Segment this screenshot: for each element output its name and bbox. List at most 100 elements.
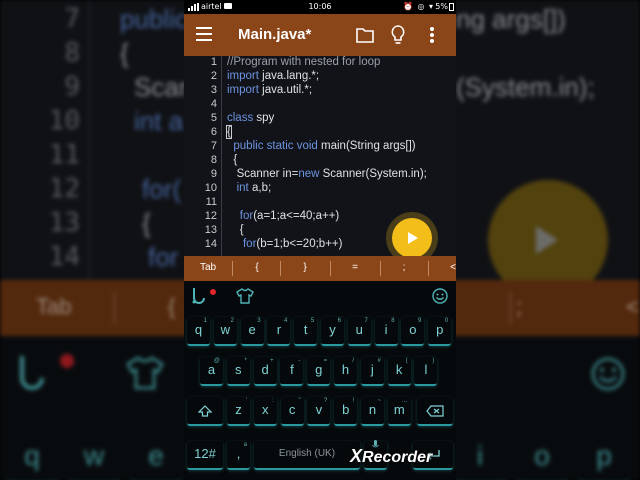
key-a[interactable]: @ a [200, 357, 223, 386]
theme-shirt-icon[interactable] [236, 288, 254, 304]
space-key[interactable]: English (UK) [254, 441, 360, 470]
key-label: s [235, 362, 242, 377]
code-line: import java.lang.*; [227, 70, 320, 82]
key-label: p [436, 322, 444, 337]
key-secondary: 1 [203, 318, 207, 324]
key-y[interactable]: 6y [321, 317, 344, 346]
phone-screen: airtel 10:06 ⏰ ◎ ▾ 5% Main.java* 1 2 3 4… [184, 0, 456, 480]
key-x[interactable]: :x [253, 397, 277, 426]
code-line: { [227, 224, 244, 236]
emoji-icon[interactable] [432, 288, 448, 304]
key-p[interactable]: 0p [428, 317, 452, 346]
key-label: t [303, 322, 308, 337]
watermark-x: X [350, 446, 363, 466]
bulb-icon[interactable] [391, 25, 405, 45]
symbol-bar: Tab { } = ; < [184, 256, 456, 281]
key-d[interactable]: + d [253, 357, 277, 386]
key-secondary: ( [405, 358, 408, 364]
key-l[interactable]: ) l [414, 357, 438, 386]
symbol-key[interactable]: ; [397, 262, 411, 273]
key-label: b [342, 402, 350, 417]
shift-key[interactable] [187, 397, 223, 426]
backspace-key[interactable] [417, 397, 453, 426]
keyboard-logo-icon[interactable] [190, 287, 206, 305]
line-number: 1 [210, 56, 217, 68]
key-secondary: : [272, 398, 274, 404]
key-q[interactable]: 1q [187, 317, 210, 346]
key-m[interactable]: … m [387, 397, 411, 426]
code-line: int a,b; [236, 182, 272, 194]
comma-key[interactable]: a, [227, 441, 250, 470]
key-secondary: / [352, 358, 354, 364]
key-c[interactable]: " c [280, 397, 304, 426]
symbol-key[interactable]: < [446, 262, 456, 273]
key-secondary: ! [352, 398, 355, 404]
comma-key-label: , [236, 446, 241, 461]
symbol-key[interactable]: = [348, 262, 362, 273]
app-toolbar: Main.java* [184, 14, 456, 56]
run-button[interactable] [392, 218, 432, 258]
key-label: h [341, 362, 350, 377]
key-secondary: = [323, 358, 328, 364]
line-number: 5 [210, 112, 217, 124]
more-vert-icon[interactable] [430, 27, 434, 43]
line-gutter: 1 2 3 4 5 6 7 8 9 10 11 12 13 14 [184, 56, 222, 256]
key-secondary: 0 [444, 318, 449, 324]
key-s[interactable]: * s [226, 357, 250, 386]
numbers-key[interactable]: 12# [187, 441, 223, 470]
key-b[interactable]: ! b [334, 397, 358, 426]
key-h[interactable]: / h [334, 357, 357, 386]
line-number: 10 [204, 182, 217, 194]
key-f[interactable]: -f [280, 357, 304, 386]
folder-icon[interactable] [356, 27, 374, 43]
key-label: o [409, 322, 417, 337]
comma-key-sup: a [243, 442, 247, 448]
key-k[interactable]: (k [387, 357, 411, 386]
key-label: l [424, 362, 428, 377]
key-z[interactable]: ' z [227, 397, 250, 426]
key-e[interactable]: 3e [240, 317, 264, 346]
key-u[interactable]: 7u [347, 317, 371, 346]
symbol-key[interactable]: Tab [196, 262, 220, 273]
code-line: class spy [227, 112, 275, 124]
key-label: x [262, 402, 269, 417]
code-line: { [226, 125, 232, 139]
key-secondary: # [377, 358, 381, 364]
line-number: 3 [210, 84, 217, 96]
key-t[interactable]: 5t [294, 317, 318, 346]
key-n[interactable]: ~ n [361, 397, 384, 426]
key-i[interactable]: 8i [374, 317, 398, 346]
status-bar: airtel 10:06 ⏰ ◎ ▾ 5% [184, 0, 456, 14]
code-line: import java.util.*; [227, 84, 313, 96]
key-j[interactable]: # j [360, 357, 384, 386]
key-secondary: ~ [377, 398, 381, 404]
symbol-key[interactable]: { [250, 262, 264, 273]
key-label: n [368, 402, 377, 417]
file-title: Main.java* [238, 26, 312, 43]
key-label: u [355, 322, 363, 337]
key-r[interactable]: 4r [267, 317, 291, 346]
line-number: 4 [210, 98, 217, 110]
key-secondary: 2 [230, 318, 234, 324]
key-secondary: @ [213, 358, 220, 364]
key-w[interactable]: 2w [213, 317, 237, 346]
line-number: 8 [210, 154, 217, 166]
key-v[interactable]: ? v [307, 397, 331, 426]
key-o[interactable]: 9o [401, 317, 425, 346]
key-g[interactable]: = g [307, 357, 331, 386]
line-number: 14 [204, 238, 217, 250]
key-label: z [235, 402, 242, 417]
symbol-key[interactable]: } [298, 262, 312, 273]
menu-icon[interactable] [196, 27, 212, 41]
key-secondary: 9 [418, 318, 422, 324]
status-icons: ⏰ ◎ ▾ [402, 2, 434, 11]
key-label: r [276, 322, 282, 337]
key-label: g [315, 362, 323, 377]
key-secondary: 8 [391, 318, 395, 324]
code-line: Scanner in=new Scanner(System.in); [236, 168, 427, 180]
code-line: for(b=1;b<=20;b++) [242, 238, 343, 250]
key-label: w [220, 322, 230, 337]
keyboard-toolbar [184, 281, 456, 311]
key-label: c [288, 402, 296, 417]
key-secondary: 3 [257, 318, 261, 324]
